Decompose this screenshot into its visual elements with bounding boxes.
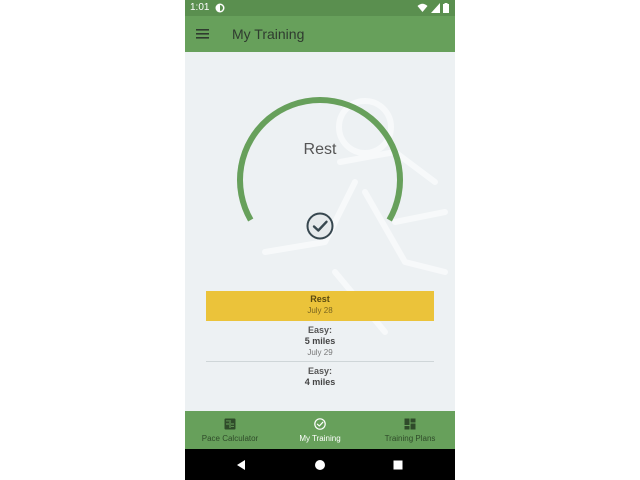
plan-date: July 28: [307, 306, 333, 315]
gauge-label: Rest: [303, 141, 337, 158]
progress-gauge: [237, 97, 403, 222]
battery-icon: [443, 3, 449, 13]
plan-type: Rest: [310, 294, 330, 304]
plan-type: Easy:: [307, 325, 333, 335]
plan-date: July 29: [307, 348, 333, 357]
tab-label: Pace Calculator: [201, 434, 259, 443]
check-circle-icon[interactable]: [306, 212, 334, 240]
status-bar: 1:01: [185, 0, 455, 16]
tab-pace-calculator[interactable]: Pace Calculator: [185, 411, 275, 449]
plan-item[interactable]: Easy: 4 miles: [206, 362, 434, 388]
plan-item-current[interactable]: Rest July 28: [206, 291, 434, 321]
plan-type: Easy:: [307, 366, 333, 376]
tab-label: My Training: [299, 434, 341, 443]
training-plan-list: Rest July 28 Easy: 5 miles July 29 Easy:…: [206, 291, 434, 388]
status-icons: [417, 3, 449, 16]
tab-label: Training Plans: [384, 434, 436, 443]
dashboard-icon: [404, 418, 416, 430]
plan-distance: 4 miles: [304, 377, 336, 387]
gauge-track: [237, 97, 403, 222]
tab-training-plans[interactable]: Training Plans: [365, 411, 455, 449]
app-notification-icon: [215, 3, 225, 13]
bottom-navigation: Pace Calculator My Training Training Pla…: [185, 411, 455, 449]
back-icon[interactable]: [234, 458, 248, 472]
app-bar: My Training: [185, 16, 455, 52]
home-icon[interactable]: [313, 458, 327, 472]
check-circle-icon: [314, 418, 326, 430]
system-navigation-bar: [185, 449, 455, 480]
recents-icon[interactable]: [391, 458, 405, 472]
tab-my-training[interactable]: My Training: [275, 411, 365, 449]
plan-distance: 5 miles: [304, 336, 336, 346]
training-content: Rest Rest July 28 Easy: 5 miles July 29 …: [185, 52, 455, 411]
gauge-progress-arc: [237, 97, 403, 222]
plan-item[interactable]: Easy: 5 miles July 29: [206, 321, 434, 362]
cellular-icon: [431, 3, 441, 13]
page-title: My Training: [232, 26, 305, 42]
status-time: 1:01: [190, 2, 210, 13]
phone-screen: 1:01 My Training Rest Rest July 28 Easy:…: [185, 0, 455, 480]
wifi-icon: [417, 3, 428, 12]
calculator-icon: [224, 418, 236, 430]
hamburger-menu-icon[interactable]: [195, 26, 213, 42]
